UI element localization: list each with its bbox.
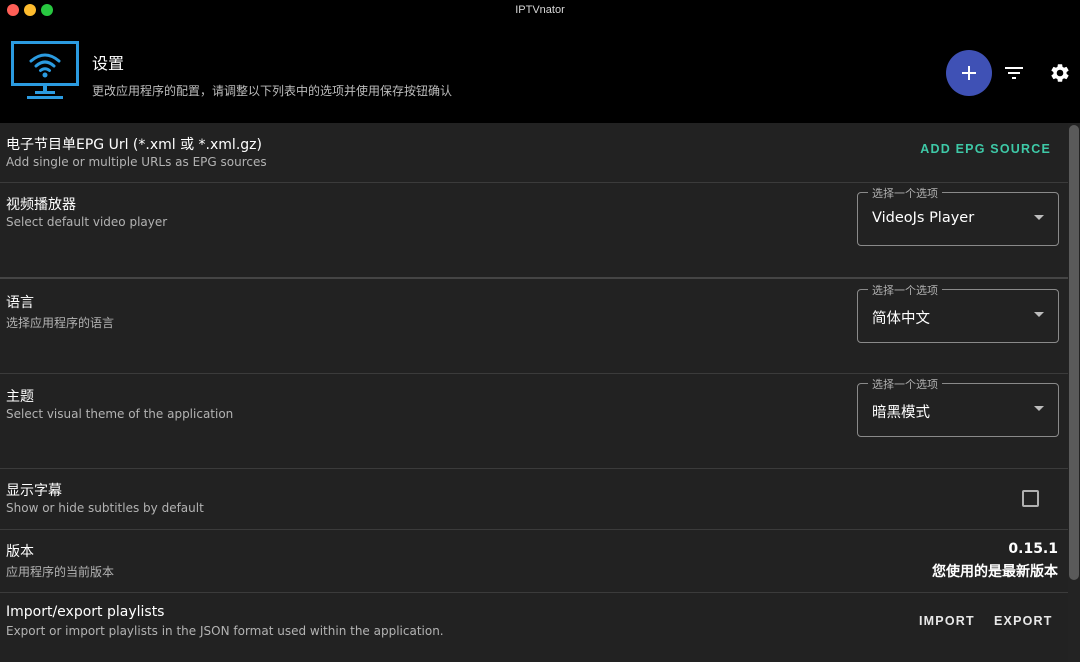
filter-list-icon [1005, 67, 1023, 79]
page-subtitle: 更改应用程序的配置，请调整以下列表中的选项并使用保存按钮确认 [92, 84, 453, 98]
scrollbar[interactable] [1068, 123, 1080, 662]
language-select[interactable]: 选择一个选项 简体中文 [857, 282, 1059, 343]
filter-button[interactable] [1001, 60, 1027, 86]
import-export-title: Import/export playlists [6, 604, 165, 620]
setting-row-subtitles: 显示字幕 Show or hide subtitles by default [0, 469, 1068, 530]
scrollbar-thumb[interactable] [1069, 125, 1079, 580]
version-subtitle: 应用程序的当前版本 [6, 565, 115, 579]
setting-row-theme: 主题 Select visual theme of the applicatio… [0, 374, 1068, 469]
page-title: 设置 [92, 54, 125, 73]
theme-subtitle: Select visual theme of the application [6, 407, 234, 421]
setting-row-import-export: Import/export playlists Export or import… [0, 593, 1068, 662]
app-window: IPTVnator 设置 更改应用程序的配置，请调整以下列表中的选项并使用保存按… [0, 0, 1080, 662]
setting-row-version: 版本 应用程序的当前版本 0.15.1 您使用的是最新版本 [0, 530, 1068, 593]
setting-row-language: 语言 选择应用程序的语言 选择一个选项 简体中文 [0, 279, 1068, 374]
video-player-select-label: 选择一个选项 [868, 185, 942, 201]
settings-list[interactable]: 电子节目单EPG Url (*.xml 或 *.xml.gz) Add sing… [0, 123, 1080, 662]
add-playlist-button[interactable] [946, 50, 992, 96]
version-status: 您使用的是最新版本 [932, 564, 1058, 580]
gear-icon [1051, 64, 1069, 82]
add-epg-source-button[interactable]: ADD EPG SOURCE [920, 142, 1051, 156]
video-player-select-value: VideoJs Player [872, 210, 975, 226]
theme-select-label: 选择一个选项 [868, 376, 942, 392]
import-export-subtitle: Export or import playlists in the JSON f… [6, 624, 444, 638]
language-select-label: 选择一个选项 [868, 282, 942, 298]
language-subtitle: 选择应用程序的语言 [6, 316, 115, 330]
title-bar: IPTVnator [0, 0, 1080, 22]
theme-title: 主题 [6, 389, 34, 405]
import-button[interactable]: IMPORT [919, 614, 975, 628]
language-title: 语言 [6, 295, 34, 311]
subtitles-subtitle: Show or hide subtitles by default [6, 501, 204, 515]
setting-row-video-player: 视频播放器 Select default video player 选择一个选项… [0, 183, 1068, 279]
version-number: 0.15.1 [1008, 541, 1058, 557]
settings-header: 设置 更改应用程序的配置，请调整以下列表中的选项并使用保存按钮确认 [0, 22, 1080, 123]
theme-select-value: 暗黑模式 [872, 405, 930, 421]
setting-row-epg: 电子节目单EPG Url (*.xml 或 *.xml.gz) Add sing… [0, 123, 1068, 183]
video-player-subtitle: Select default video player [6, 215, 168, 229]
window-title: IPTVnator [515, 4, 565, 16]
plus-icon [962, 66, 976, 80]
arrow-drop-down-icon [1034, 215, 1044, 220]
theme-select[interactable]: 选择一个选项 暗黑模式 [857, 376, 1059, 437]
export-button[interactable]: EXPORT [994, 614, 1053, 628]
subtitles-title: 显示字幕 [6, 483, 62, 499]
settings-button[interactable] [1047, 60, 1073, 86]
show-subtitles-checkbox[interactable] [1022, 490, 1039, 507]
language-select-value: 简体中文 [872, 311, 930, 327]
epg-title: 电子节目单EPG Url (*.xml 或 *.xml.gz) [6, 137, 262, 153]
arrow-drop-down-icon [1034, 406, 1044, 411]
version-title: 版本 [6, 544, 34, 560]
arrow-drop-down-icon [1034, 312, 1044, 317]
video-player-title: 视频播放器 [6, 197, 76, 213]
epg-subtitle: Add single or multiple URLs as EPG sourc… [6, 155, 267, 169]
tv-wifi-icon [11, 41, 79, 99]
video-player-select[interactable]: 选择一个选项 VideoJs Player [857, 185, 1059, 246]
